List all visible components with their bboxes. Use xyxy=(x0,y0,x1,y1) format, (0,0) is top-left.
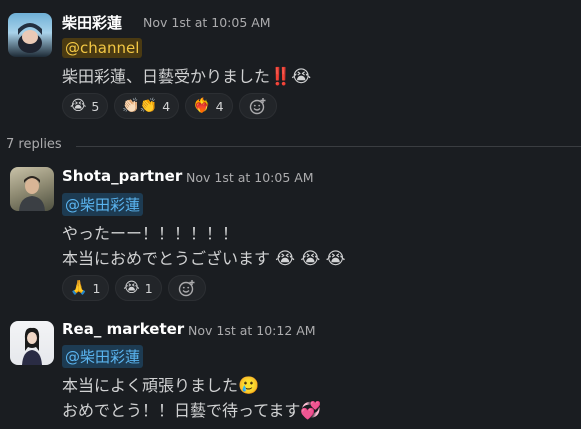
heart-on-fire-icon: ❤️‍🔥 xyxy=(193,98,211,114)
message-text-line-1: やったーー！！！！！！ xyxy=(62,224,239,243)
reaction-count: 4 xyxy=(162,98,171,114)
add-reaction-button[interactable] xyxy=(238,93,277,119)
avatar[interactable] xyxy=(10,321,54,365)
folded-hands-icon: 🙏 xyxy=(70,280,88,296)
message-text-line-1: 本当によく頑張りました🥲 xyxy=(62,372,259,396)
message-text-line-2: おめでとう！！日藝で待ってます💞 xyxy=(62,397,322,421)
reaction-count: 1 xyxy=(144,280,153,296)
reaction-pray[interactable]: 🙏 1 xyxy=(62,275,110,301)
avatar-photo-icon xyxy=(22,327,42,365)
crying-face-emoji: 😭 😭 😭 xyxy=(275,249,346,269)
reaction-clap[interactable]: 👏🏻👏 4 xyxy=(114,93,180,119)
reaction-count: 4 xyxy=(215,98,224,114)
clapping-hands-icon: 👏🏻👏 xyxy=(122,98,158,114)
timestamp[interactable]: Nov 1st at 10:05 AM xyxy=(143,15,271,30)
user-mention[interactable]: @柴田彩蓮 xyxy=(62,345,144,368)
reaction-crying[interactable]: 😭 1 xyxy=(115,275,162,301)
avatar[interactable] xyxy=(8,13,52,57)
reactions-bar: 😭 5 👏🏻👏 4 ❤️‍🔥 4 xyxy=(62,93,277,119)
author-name[interactable]: 柴田彩蓮 xyxy=(62,12,122,33)
thread-divider xyxy=(76,146,581,147)
crying-face-icon: 😭 xyxy=(123,280,140,296)
avatar-photo-icon xyxy=(18,23,42,53)
avatar-photo-icon xyxy=(19,176,45,211)
message-text-body: おめでとう！！日藝で待ってます xyxy=(62,401,301,420)
channel-mention[interactable]: @channel xyxy=(62,38,143,58)
author-name[interactable]: Shota_partner xyxy=(62,167,182,185)
thread-replies-count[interactable]: 7 replies xyxy=(6,137,62,152)
add-reaction-icon xyxy=(178,280,195,297)
crying-face-icon: 😭 xyxy=(70,98,87,114)
user-mention[interactable]: @柴田彩蓮 xyxy=(62,193,144,216)
add-reaction-icon xyxy=(249,98,266,115)
message-text: 柴田彩蓮、日藝受かりました‼️😭 xyxy=(62,63,311,87)
double-exclamation-emoji: ‼️ xyxy=(270,67,292,87)
reaction-count: 5 xyxy=(91,98,100,114)
message-text-body: 本当によく頑張りました xyxy=(62,376,239,395)
reaction-crying[interactable]: 😭 5 xyxy=(62,93,109,119)
reaction-count: 1 xyxy=(92,280,101,296)
author-name[interactable]: Rea_ marketer xyxy=(62,320,184,338)
reactions-bar: 🙏 1 😭 1 xyxy=(62,275,206,301)
revolving-hearts-emoji: 💞 xyxy=(300,401,322,421)
reaction-heart-fire[interactable]: ❤️‍🔥 4 xyxy=(185,93,233,119)
message-text-body: 本当におめでとうございます xyxy=(62,249,271,268)
add-reaction-button[interactable] xyxy=(167,275,206,301)
message-text-line-2: 本当におめでとうございます 😭 😭 😭 xyxy=(62,245,346,269)
crying-face-emoji: 😭 xyxy=(291,67,312,87)
timestamp[interactable]: Nov 1st at 10:12 AM xyxy=(188,323,316,338)
smiling-tear-emoji: 🥲 xyxy=(238,376,260,396)
timestamp[interactable]: Nov 1st at 10:05 AM xyxy=(186,170,314,185)
avatar[interactable] xyxy=(10,167,54,211)
message-text-body: 柴田彩蓮、日藝受かりました xyxy=(62,67,271,86)
